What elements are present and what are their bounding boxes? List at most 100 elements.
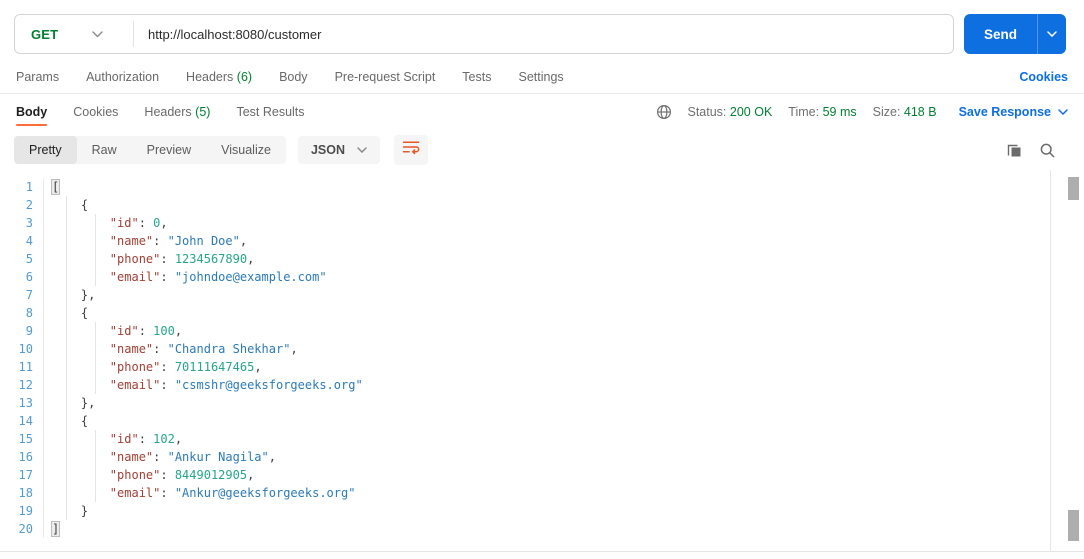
line-number: 10 xyxy=(0,340,44,358)
size-indicator: Size: 418 B xyxy=(873,105,937,119)
tab-label: Body xyxy=(279,69,308,84)
send-split-button: Send xyxy=(963,14,1066,54)
cookies-link[interactable]: Cookies xyxy=(1019,70,1068,84)
response-tab-headers[interactable]: Headers (5) xyxy=(144,94,210,130)
toolbar-right xyxy=(1006,142,1070,159)
tab-headers[interactable]: Headers (6) xyxy=(186,70,252,84)
tab-pre-request-script[interactable]: Pre-request Script xyxy=(335,70,436,84)
line-number: 7 xyxy=(0,286,44,304)
chevron-down-icon xyxy=(1047,31,1057,37)
code-line: 14 { xyxy=(0,412,1084,430)
indent-guide xyxy=(95,430,96,502)
response-headers-count-badge: (5) xyxy=(195,105,211,119)
line-number: 1 xyxy=(0,178,44,196)
chevron-down-icon xyxy=(92,30,104,38)
status-value: 200 OK xyxy=(729,105,773,119)
tab-label: Params xyxy=(16,69,60,84)
size-value: 418 B xyxy=(903,105,937,119)
line-number: 4 xyxy=(0,232,44,250)
response-tab-cookies[interactable]: Cookies xyxy=(73,94,118,130)
search-icon[interactable] xyxy=(1039,142,1056,159)
time-indicator: Time: 59 ms xyxy=(788,105,856,119)
send-button[interactable]: Send xyxy=(963,14,1037,54)
code-line: 13 }, xyxy=(0,394,1084,412)
headers-count-badge: (6) xyxy=(236,69,253,84)
time-label: Time: xyxy=(788,105,820,119)
api-client-window: GET Send Params Authorization Headers (6… xyxy=(0,0,1084,559)
url-input[interactable] xyxy=(134,15,953,53)
line-number: 12 xyxy=(0,376,44,394)
time-value: 59 ms xyxy=(822,105,857,119)
view-raw[interactable]: Raw xyxy=(77,136,132,164)
line-number: 5 xyxy=(0,250,44,268)
scrollbar-thumb[interactable] xyxy=(1068,177,1079,200)
line-number: 16 xyxy=(0,448,44,466)
code-line: 15 "id": 102, xyxy=(0,430,1084,448)
request-tabs: Params Authorization Headers (6) Body Pr… xyxy=(0,60,1084,94)
code-line: 17 "phone": 8449012905, xyxy=(0,466,1084,484)
format-dropdown[interactable]: JSON xyxy=(297,136,380,164)
copy-button[interactable] xyxy=(1006,142,1023,159)
response-tab-test-results[interactable]: Test Results xyxy=(236,94,304,130)
line-number: 2 xyxy=(0,196,44,214)
indent-guide xyxy=(66,196,67,520)
tab-params[interactable]: Params xyxy=(16,70,59,84)
tab-label: Test Results xyxy=(236,105,305,119)
code-line: 18 "email": "Ankur@geeksforgeeks.org" xyxy=(0,484,1084,502)
code-line: 20] xyxy=(0,520,1084,538)
save-response-button[interactable]: Save Response xyxy=(959,105,1068,119)
network-globe-icon xyxy=(656,104,672,120)
tab-tests[interactable]: Tests xyxy=(462,70,491,84)
code-line: 4 "name": "John Doe", xyxy=(0,232,1084,250)
line-number: 8 xyxy=(0,304,44,322)
tab-label: Cookies xyxy=(73,105,119,119)
code-line: 19 } xyxy=(0,502,1084,520)
response-body-viewer: 1[2 {3 "id": 0, 4 "name": "John Doe", 5 "p… xyxy=(0,170,1084,551)
view-visualize[interactable]: Visualize xyxy=(206,136,286,164)
response-toolbar: Pretty Raw Preview Visualize JSON xyxy=(0,130,1084,170)
response-tabs: Body Cookies Headers (5) Test Results xyxy=(16,94,305,130)
tab-label: Settings xyxy=(518,69,564,84)
view-preview[interactable]: Preview xyxy=(132,136,206,164)
line-number: 14 xyxy=(0,412,44,430)
line-number: 20 xyxy=(0,520,44,538)
scrollbar-track-divider xyxy=(1050,170,1051,551)
code-line: 10 "name": "Chandra Shekhar", xyxy=(0,340,1084,358)
line-number: 11 xyxy=(0,358,44,376)
line-number: 19 xyxy=(0,502,44,520)
code-line: 1[ xyxy=(0,178,1084,196)
wrap-lines-button[interactable] xyxy=(394,135,428,165)
url-box: GET xyxy=(14,14,954,54)
send-options-button[interactable] xyxy=(1037,14,1066,54)
code-line: 12 "email": "csmshr@geeksforgeeks.org" xyxy=(0,376,1084,394)
tab-label: Pre-request Script xyxy=(334,69,436,84)
save-response-label: Save Response xyxy=(958,105,1051,119)
tab-body[interactable]: Body xyxy=(279,70,308,84)
response-tab-body[interactable]: Body xyxy=(16,94,48,130)
request-bar: GET Send xyxy=(0,0,1084,60)
format-label: JSON xyxy=(310,143,345,157)
tab-label: Headers xyxy=(144,105,192,119)
code-line: 9 "id": 100, xyxy=(0,322,1084,340)
tab-label: Body xyxy=(16,105,48,119)
tab-authorization[interactable]: Authorization xyxy=(86,70,159,84)
line-number: 18 xyxy=(0,484,44,502)
code-line: 6 "email": "johndoe@example.com" xyxy=(0,268,1084,286)
tab-label: Authorization xyxy=(86,69,160,84)
indent-guide xyxy=(95,322,96,394)
line-number: 17 xyxy=(0,466,44,484)
tab-label: Headers xyxy=(186,69,234,84)
status-label: Status: xyxy=(687,105,727,119)
method-dropdown[interactable]: GET xyxy=(15,15,133,53)
line-number: 15 xyxy=(0,430,44,448)
code-lines: 1[2 {3 "id": 0, 4 "name": "John Doe", 5 "p… xyxy=(0,178,1084,538)
tab-label: Tests xyxy=(462,69,492,84)
line-number: 3 xyxy=(0,214,44,232)
bottom-divider xyxy=(0,551,1084,559)
code-line: 11 "phone": 70111647465, xyxy=(0,358,1084,376)
scrollbar-thumb[interactable] xyxy=(1068,510,1079,541)
code-line: 3 "id": 0, xyxy=(0,214,1084,232)
tab-settings[interactable]: Settings xyxy=(518,70,563,84)
view-pretty[interactable]: Pretty xyxy=(14,136,77,164)
response-meta: Status: 200 OK Time: 59 ms Size: 418 B S… xyxy=(656,104,1069,120)
